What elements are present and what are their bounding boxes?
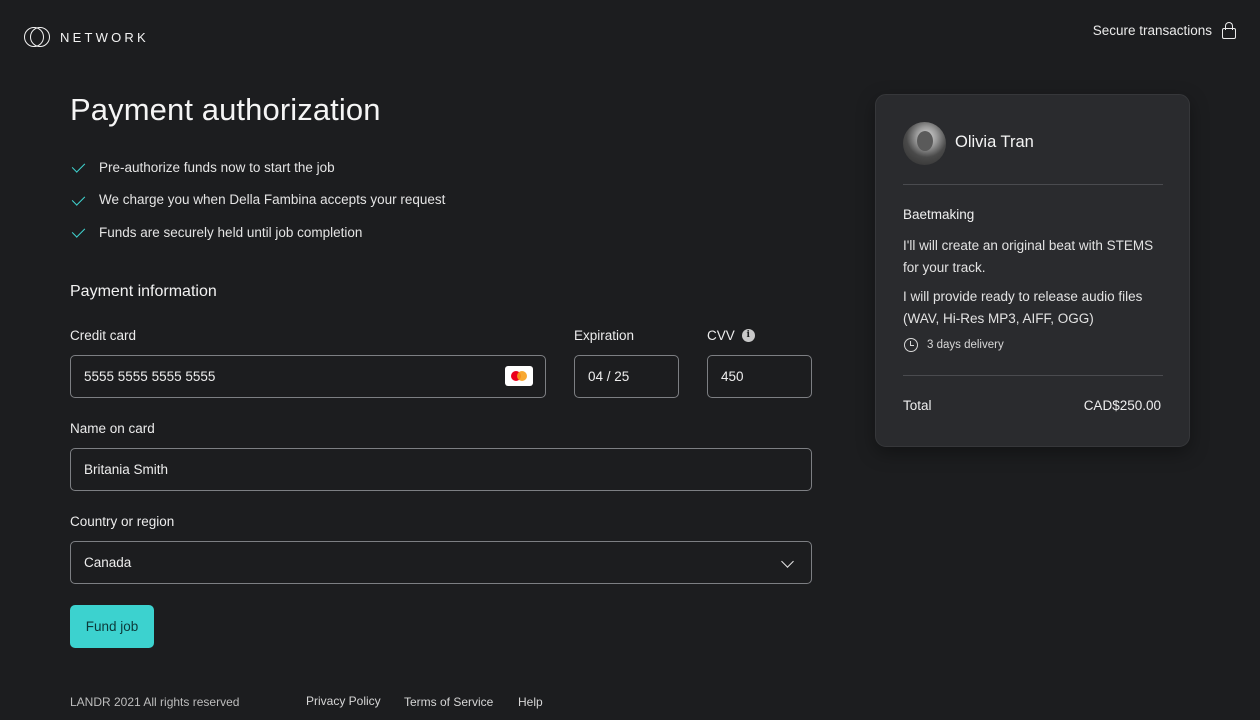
total-value: CAD$250.00 [1083,398,1161,413]
check-icon [72,194,90,206]
country-label: Country or region [70,514,175,529]
credit-card-value: 5555 5555 5555 5555 [84,369,216,384]
privacy-policy-link[interactable]: Privacy Policy [306,694,381,708]
country-select[interactable]: Canada [70,541,812,584]
benefit-text: We charge you when Della Fambina accepts… [99,192,446,208]
service-deliverables: I will provide ready to release audio fi… [903,289,1143,326]
benefits-list: Pre-authorize funds now to start the job… [72,151,445,249]
service-description: I'll will create an original beat with S… [903,238,1154,275]
service-title: Baetmaking [903,207,975,222]
cvv-input[interactable]: 450 [707,355,812,398]
order-summary-card: Olivia Tran Baetmaking I'll will create … [875,94,1190,447]
expiration-label: Expiration [574,328,635,343]
benefit-item: Pre-authorize funds now to start the job [72,151,445,184]
terms-of-service-link[interactable]: Terms of Service [404,695,493,709]
expiration-value: 04 / 25 [588,369,630,384]
network-logo-icon [24,26,50,48]
brand-logo[interactable]: NETWORK [24,26,149,48]
seller-name[interactable]: Olivia Tran [955,133,1034,152]
help-link[interactable]: Help [518,695,543,709]
total-label: Total [903,398,932,413]
name-on-card-label: Name on card [70,421,155,436]
payment-info-heading: Payment information [70,283,217,300]
clock-icon [904,338,918,352]
credit-card-input[interactable]: 5555 5555 5555 5555 [70,355,546,398]
name-on-card-input[interactable]: Britania Smith [70,448,812,491]
check-icon [72,226,90,238]
info-icon[interactable]: i [741,328,755,342]
benefit-item: Funds are securely held until job comple… [72,216,445,249]
cvv-label: CVV i [707,328,755,343]
mastercard-icon [505,366,533,386]
delivery-time: 3 days delivery [904,338,1004,352]
benefit-text: Funds are securely held until job comple… [99,224,363,240]
country-value: Canada [84,555,132,570]
benefit-text: Pre-authorize funds now to start the job [99,159,335,175]
chevron-down-icon [781,555,794,568]
brand-name: NETWORK [60,29,149,45]
fund-job-button[interactable]: Fund job [70,605,154,648]
cvv-value: 450 [721,369,744,384]
secure-transactions-label: Secure transactions [1092,23,1212,38]
copyright: LANDR 2021 All rights reserved [70,695,240,709]
name-on-card-value: Britania Smith [84,462,169,477]
delivery-text: 3 days delivery [927,339,1004,351]
credit-card-label: Credit card [70,328,137,343]
cvv-label-text: CVV [707,328,735,343]
avatar[interactable] [903,122,946,165]
shopping-bag-icon[interactable] [1222,22,1236,39]
check-icon [72,161,90,173]
expiration-input[interactable]: 04 / 25 [574,355,679,398]
divider [903,184,1163,185]
divider [903,375,1163,376]
benefit-item: We charge you when Della Fambina accepts… [72,184,445,217]
secure-transactions: Secure transactions [1093,22,1236,39]
page-title: Payment authorization [70,92,381,127]
